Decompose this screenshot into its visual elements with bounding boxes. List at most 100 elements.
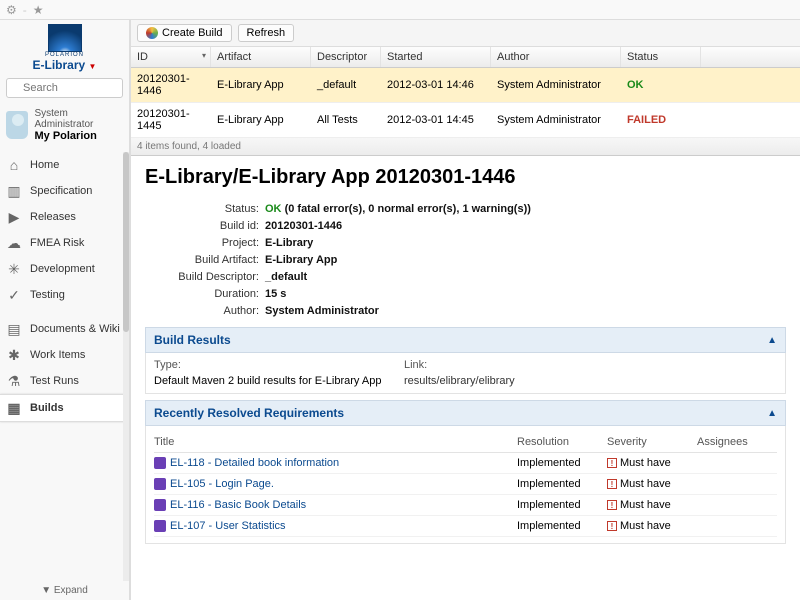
polarion-logo	[48, 24, 82, 52]
severity-icon: !	[607, 479, 617, 489]
nav-label: Home	[30, 159, 59, 171]
detail-key: Build Artifact:	[165, 254, 265, 266]
sidebar-item-testing[interactable]: ✓ Testing	[0, 282, 129, 308]
detail-key: Build id:	[165, 220, 265, 232]
expand-nav[interactable]: ▼ Expand	[0, 581, 129, 600]
sidebar-item-fmea-risk[interactable]: ☁ FMEA Risk	[0, 230, 129, 256]
severity-icon: !	[607, 521, 617, 531]
req-col-resolution: Resolution	[517, 436, 607, 448]
detail-value: 15 s	[265, 288, 786, 300]
recent-req-body: Title Resolution Severity Assignees EL-1…	[145, 426, 786, 544]
requirement-row[interactable]: EL-116 - Basic Book DetailsImplemented!M…	[154, 495, 777, 516]
severity-icon: !	[607, 500, 617, 510]
nav-icon: ✱	[6, 347, 22, 363]
user-block[interactable]: System Administrator My Polarion	[0, 102, 129, 152]
avatar	[6, 111, 28, 139]
recent-req-header[interactable]: Recently Resolved Requirements▲	[145, 400, 786, 426]
nav-label: Test Runs	[30, 375, 79, 387]
sidebar-item-specification[interactable]: ▥ Specification	[0, 178, 129, 204]
window-topbar: ⚙ - ★	[0, 0, 800, 20]
user-name: System Administrator	[34, 108, 123, 130]
link-value[interactable]: results/elibrary/elibrary	[404, 375, 777, 387]
refresh-button[interactable]: Refresh	[238, 24, 295, 42]
type-value: Default Maven 2 build results for E-Libr…	[154, 375, 404, 387]
collapse-icon[interactable]: ▲	[767, 335, 777, 346]
nav-label: Work Items	[30, 349, 85, 361]
col-descriptor[interactable]: Descriptor	[311, 47, 381, 67]
detail-key: Build Descriptor:	[165, 271, 265, 283]
builds-table-header: ID Artifact Descriptor Started Author St…	[131, 47, 800, 68]
build-results-header[interactable]: Build Results▲	[145, 327, 786, 353]
nav-label: Development	[30, 263, 95, 275]
build-detail: E-Library/E-Library App 20120301-1446 St…	[131, 156, 800, 600]
col-started[interactable]: Started	[381, 47, 491, 67]
req-col-assignees: Assignees	[697, 436, 777, 448]
detail-value: OK (0 fatal error(s), 0 normal error(s),…	[265, 203, 786, 215]
sidebar-item-test-runs[interactable]: ⚗ Test Runs	[0, 368, 129, 394]
build-row[interactable]: 20120301-1445E-Library AppAll Tests2012-…	[131, 103, 800, 138]
detail-value: System Administrator	[265, 305, 786, 317]
content-area: Create Build Refresh ID Artifact Descrip…	[130, 20, 800, 600]
col-artifact[interactable]: Artifact	[211, 47, 311, 67]
requirement-icon	[154, 457, 166, 469]
detail-key: Author:	[165, 305, 265, 317]
severity-icon: !	[607, 458, 617, 468]
nav-icon: ▦	[6, 400, 22, 416]
build-results-body: Type: Link: Default Maven 2 build result…	[145, 353, 786, 394]
build-row[interactable]: 20120301-1446E-Library App_default2012-0…	[131, 68, 800, 103]
requirement-row[interactable]: EL-118 - Detailed book informationImplem…	[154, 453, 777, 474]
create-build-button[interactable]: Create Build	[137, 24, 232, 42]
my-polarion-link[interactable]: My Polarion	[34, 130, 123, 142]
nav: ⌂ Home ▥ Specification ▶ Releases ☁ FMEA Risk ✳ D…	[0, 152, 129, 581]
nav-icon: ⌂	[6, 157, 22, 173]
collapse-icon[interactable]: ▲	[767, 408, 777, 419]
nav-icon: ☁	[6, 235, 22, 251]
builds-toolbar: Create Build Refresh	[131, 20, 800, 47]
col-author[interactable]: Author	[491, 47, 621, 67]
sidebar-item-documents-wiki[interactable]: ▤ Documents & Wiki	[0, 316, 129, 342]
type-label: Type:	[154, 359, 404, 371]
sidebar-item-home[interactable]: ⌂ Home	[0, 152, 129, 178]
detail-key: Status:	[165, 203, 265, 215]
nav-label: Specification	[30, 185, 92, 197]
project-selector[interactable]: E-Library ▼	[0, 58, 129, 72]
sidebar-item-work-items[interactable]: ✱ Work Items	[0, 342, 129, 368]
requirement-icon	[154, 520, 166, 532]
nav-label: Releases	[30, 211, 76, 223]
star-icon[interactable]: ★	[33, 3, 44, 17]
grid-footer: 4 items found, 4 loaded	[131, 138, 800, 156]
detail-key: Project:	[165, 237, 265, 249]
gear-icon[interactable]: ⚙	[6, 3, 17, 17]
nav-icon: ▥	[6, 183, 22, 199]
nav-icon: ✳	[6, 261, 22, 277]
create-build-icon	[146, 27, 158, 39]
nav-icon: ⚗	[6, 373, 22, 389]
detail-value: 20120301-1446	[265, 220, 786, 232]
detail-key: Duration:	[165, 288, 265, 300]
nav-icon: ▶	[6, 209, 22, 225]
requirement-row[interactable]: EL-107 - User StatisticsImplemented!Must…	[154, 516, 777, 537]
sidebar-item-development[interactable]: ✳ Development	[0, 256, 129, 282]
nav-label: Builds	[30, 402, 64, 414]
sidebar-item-releases[interactable]: ▶ Releases	[0, 204, 129, 230]
requirement-icon	[154, 499, 166, 511]
detail-title: E-Library/E-Library App 20120301-1446	[145, 166, 786, 189]
detail-value: E-Library	[265, 237, 786, 249]
nav-label: Documents & Wiki	[30, 323, 120, 335]
col-id[interactable]: ID	[131, 47, 211, 67]
nav-label: Testing	[30, 289, 65, 301]
nav-icon: ✓	[6, 287, 22, 303]
nav-label: FMEA Risk	[30, 237, 84, 249]
sidebar-item-builds[interactable]: ▦ Builds	[0, 394, 129, 422]
requirement-row[interactable]: EL-105 - Login Page.Implemented!Must hav…	[154, 474, 777, 495]
detail-value: E-Library App	[265, 254, 786, 266]
requirement-icon	[154, 478, 166, 490]
sidebar: POLARION E-Library ▼ System Administrato…	[0, 20, 130, 600]
col-status[interactable]: Status	[621, 47, 701, 67]
search-input[interactable]	[6, 78, 123, 98]
link-label: Link:	[404, 359, 777, 371]
req-col-severity: Severity	[607, 436, 697, 448]
sidebar-scrollbar[interactable]	[123, 152, 129, 581]
detail-value: _default	[265, 271, 786, 283]
nav-icon: ▤	[6, 321, 22, 337]
